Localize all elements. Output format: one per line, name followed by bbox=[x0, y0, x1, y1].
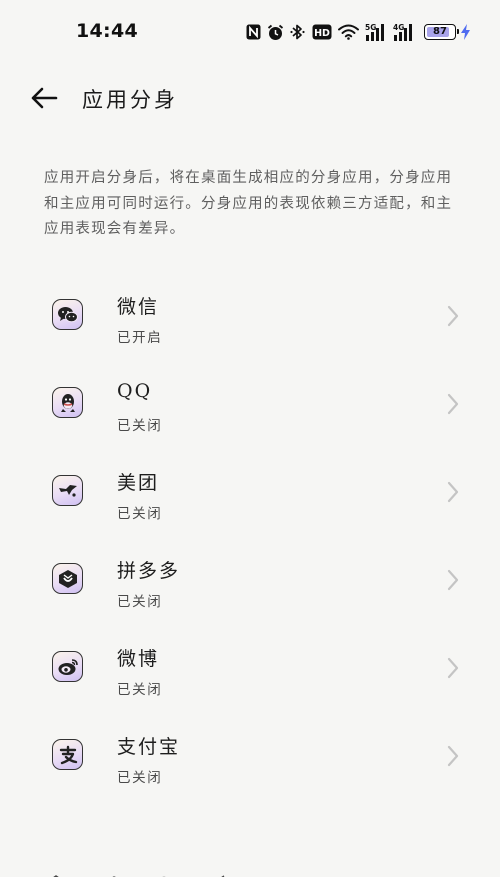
svg-text:5G: 5G bbox=[365, 23, 376, 32]
app-status: 已关闭 bbox=[117, 682, 163, 698]
qq-icon bbox=[52, 387, 83, 418]
app-name: 微博 bbox=[117, 648, 160, 670]
app-row-weibo[interactable]: 微博 已关闭 bbox=[26, 624, 476, 712]
app-row-alipay[interactable]: 支付宝 已关闭 bbox=[26, 712, 476, 800]
app-list: 微信 已开启 QQ 已关闭 美团 已关闭 拼多多 已关闭 微博 已关闭 支付宝 … bbox=[26, 272, 476, 800]
app-name: QQ bbox=[117, 380, 153, 402]
app-status: 已关闭 bbox=[117, 506, 163, 522]
chevron-right-icon bbox=[447, 305, 459, 327]
alipay-icon bbox=[52, 739, 83, 770]
app-status: 已关闭 bbox=[117, 418, 163, 434]
description-text: 应用开启分身后，将在桌面生成相应的分身应用，分身应用和主应用可同时运行。分身应用… bbox=[44, 170, 453, 237]
next-section-peek bbox=[36, 866, 436, 877]
battery-icon: 87 bbox=[424, 24, 459, 40]
app-status: 已关闭 bbox=[117, 594, 163, 610]
status-time: 14:44 bbox=[76, 20, 138, 42]
back-arrow-icon bbox=[31, 87, 58, 109]
app-status: 已关闭 bbox=[117, 770, 163, 786]
back-button[interactable] bbox=[24, 78, 64, 118]
app-name: 支付宝 bbox=[117, 736, 181, 758]
wechat-icon bbox=[52, 299, 83, 330]
4g-signal-icon: 4G bbox=[393, 23, 415, 41]
charging-icon bbox=[461, 24, 470, 40]
hd-icon: HD bbox=[312, 24, 332, 40]
app-status: 已开启 bbox=[117, 330, 163, 346]
battery-level: 87 bbox=[433, 26, 447, 37]
app-row-meituan[interactable]: 美团 已关闭 bbox=[26, 448, 476, 536]
app-row-qq[interactable]: QQ 已关闭 bbox=[26, 360, 476, 448]
battery-cap bbox=[457, 29, 459, 34]
5g-signal-icon: 5G bbox=[365, 23, 387, 41]
status-icons: HD 5G 4G 87 bbox=[240, 20, 470, 44]
chevron-right-icon bbox=[447, 745, 459, 767]
chevron-right-icon bbox=[447, 481, 459, 503]
app-name: 拼多多 bbox=[117, 560, 181, 582]
app-row-pinduoduo[interactable]: 拼多多 已关闭 bbox=[26, 536, 476, 624]
page-title: 应用分身 bbox=[82, 88, 178, 112]
chevron-right-icon bbox=[447, 657, 459, 679]
bluetooth-icon bbox=[290, 23, 306, 41]
weibo-icon bbox=[52, 651, 83, 682]
app-row-wechat[interactable]: 微信 已开启 bbox=[26, 272, 476, 360]
pinduoduo-icon bbox=[52, 563, 83, 594]
meituan-icon bbox=[52, 475, 83, 506]
nfc-icon bbox=[246, 24, 261, 40]
svg-text:4G: 4G bbox=[393, 23, 404, 32]
app-name: 微信 bbox=[117, 296, 160, 318]
app-bar: 应用分身 bbox=[0, 70, 500, 128]
status-bar: 14:44 HD 5G 4G 87 bbox=[0, 0, 500, 64]
wifi-icon bbox=[338, 24, 359, 40]
app-name: 美团 bbox=[117, 472, 160, 494]
chevron-right-icon bbox=[447, 393, 459, 415]
alarm-icon bbox=[267, 24, 284, 41]
chevron-right-icon bbox=[447, 569, 459, 591]
svg-text:HD: HD bbox=[314, 28, 330, 39]
